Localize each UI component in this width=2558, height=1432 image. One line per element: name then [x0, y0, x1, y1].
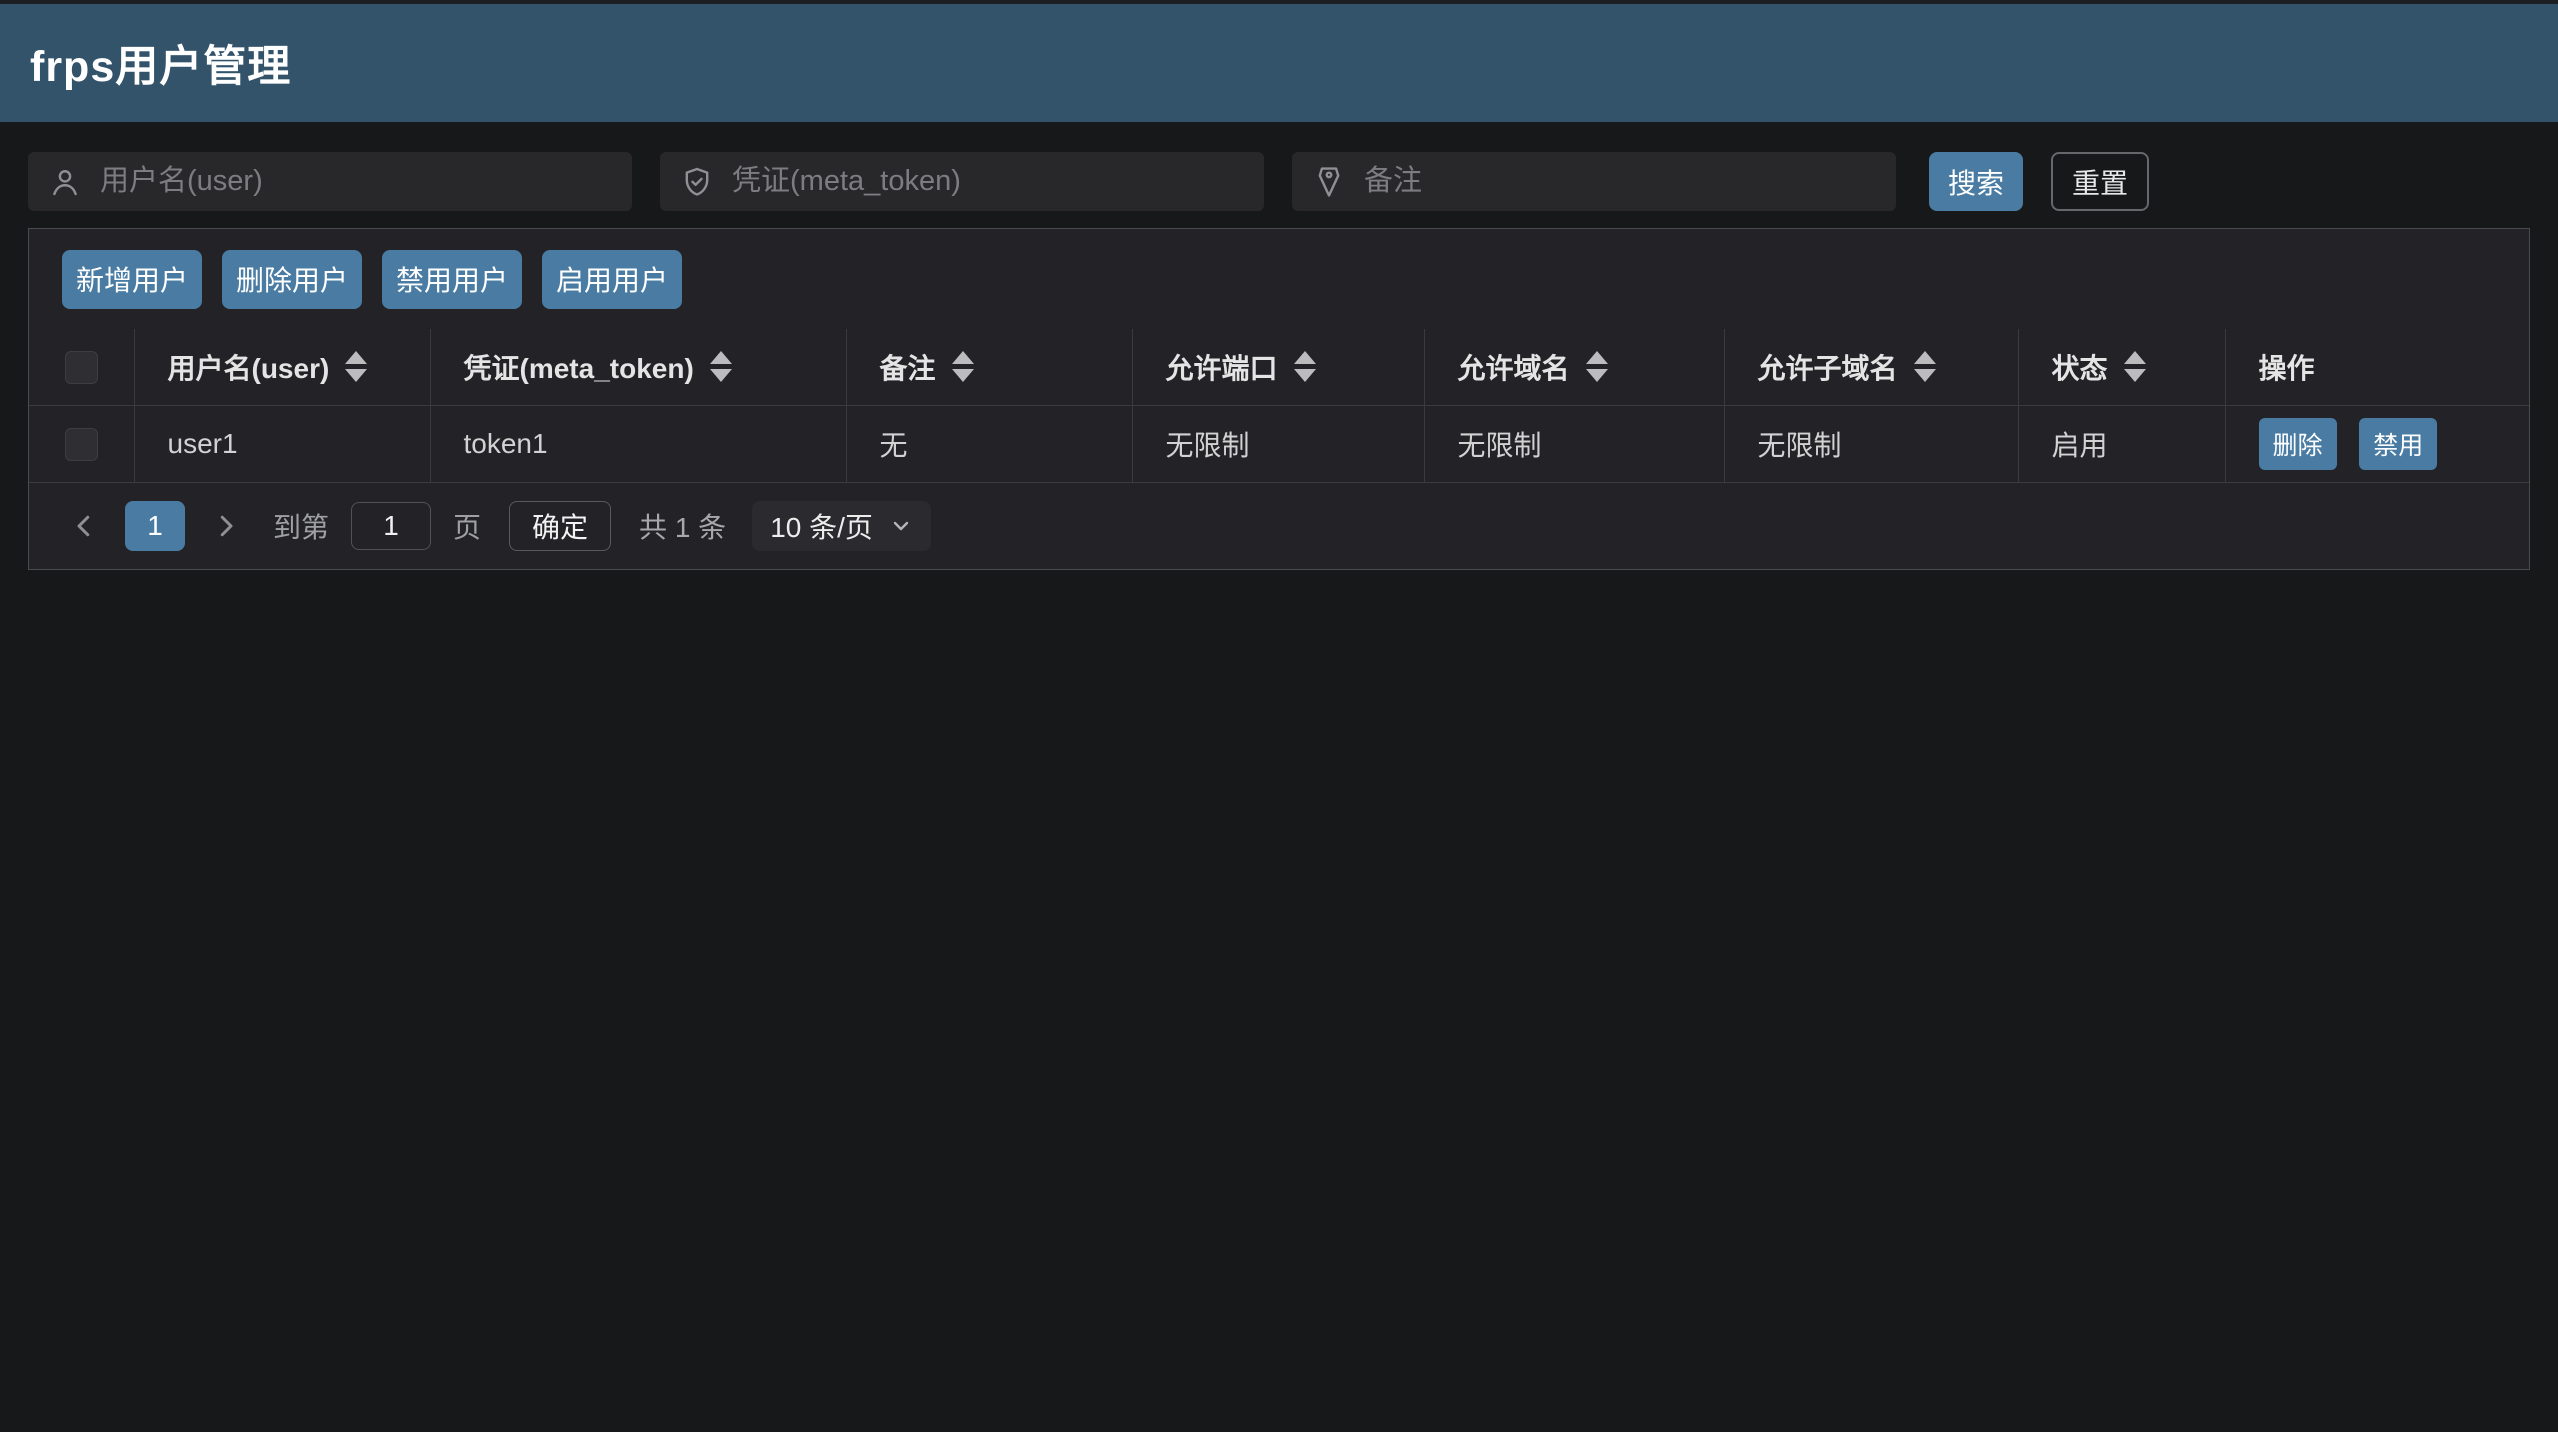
username-field-wrap — [28, 152, 632, 211]
row-disable-button[interactable]: 禁用 — [2359, 418, 2437, 470]
note-field-wrap — [1292, 152, 1896, 211]
goto-page-label: 到第 — [273, 506, 329, 546]
column-header-user[interactable]: 用户名(user) — [168, 347, 330, 387]
sort-icon[interactable] — [1586, 351, 1608, 382]
user-icon — [48, 165, 82, 199]
cell-actions: 删除 禁用 — [2225, 405, 2529, 482]
cell-note: 无 — [846, 405, 1132, 482]
cell-token: token1 — [430, 405, 846, 482]
cell-status: 启用 — [2018, 405, 2225, 482]
token-input[interactable] — [732, 165, 1244, 198]
search-bar: 搜索 重置 — [28, 152, 2530, 211]
table-toolbar: 新增用户 删除用户 禁用用户 启用用户 — [29, 229, 2529, 329]
sort-icon[interactable] — [345, 351, 367, 382]
column-header-actions: 操作 — [2259, 347, 2315, 387]
sort-icon[interactable] — [1294, 351, 1316, 382]
column-header-note[interactable]: 备注 — [880, 347, 936, 387]
column-header-ports[interactable]: 允许端口 — [1166, 347, 1278, 387]
column-header-subdomains[interactable]: 允许子域名 — [1758, 347, 1898, 387]
cell-user: user1 — [134, 405, 430, 482]
column-header-token[interactable]: 凭证(meta_token) — [464, 347, 694, 387]
sort-icon[interactable] — [710, 351, 732, 382]
table-row: user1 token1 无 无限制 无限制 无限制 启用 删除 禁用 — [29, 405, 2529, 482]
goto-confirm-button[interactable]: 确定 — [509, 501, 611, 551]
next-page-button[interactable] — [211, 511, 241, 541]
goto-page-input[interactable] — [351, 502, 431, 550]
delete-user-button[interactable]: 删除用户 — [222, 250, 362, 309]
note-input[interactable] — [1364, 165, 1876, 198]
disable-user-button[interactable]: 禁用用户 — [382, 250, 522, 309]
chevron-down-icon — [889, 514, 913, 538]
add-user-button[interactable]: 新增用户 — [62, 250, 202, 309]
total-count-label: 共 1 条 — [639, 506, 726, 546]
row-checkbox[interactable] — [65, 428, 98, 461]
cell-domains: 无限制 — [1424, 405, 1724, 482]
app-header: frps用户管理 — [0, 0, 2558, 122]
user-table-panel: 新增用户 删除用户 禁用用户 启用用户 用户名(user) 凭证(meta_to… — [28, 228, 2530, 570]
token-field-wrap — [660, 152, 1264, 211]
page-size-select[interactable]: 10 条/页 — [752, 501, 931, 551]
cell-ports: 无限制 — [1132, 405, 1424, 482]
sort-icon[interactable] — [952, 351, 974, 382]
shield-check-icon — [680, 165, 714, 199]
chevron-left-icon — [69, 511, 99, 541]
pagination-bar: 1 到第 页 确定 共 1 条 10 条/页 — [29, 483, 2529, 569]
column-header-status[interactable]: 状态 — [2052, 347, 2108, 387]
current-page-button[interactable]: 1 — [125, 501, 185, 551]
sort-icon[interactable] — [1914, 351, 1936, 382]
enable-user-button[interactable]: 启用用户 — [542, 250, 682, 309]
sort-icon[interactable] — [2124, 351, 2146, 382]
username-input[interactable] — [100, 165, 612, 198]
reset-button[interactable]: 重置 — [2051, 152, 2149, 211]
page-size-value: 10 条/页 — [770, 506, 873, 546]
table-header-row: 用户名(user) 凭证(meta_token) 备注 允许端口 允许域名 允许… — [29, 329, 2529, 405]
page-unit-label: 页 — [453, 506, 481, 546]
page-title: frps用户管理 — [30, 32, 291, 94]
prev-page-button[interactable] — [69, 511, 99, 541]
select-all-checkbox[interactable] — [65, 351, 98, 384]
row-delete-button[interactable]: 删除 — [2259, 418, 2337, 470]
cell-subdomains: 无限制 — [1724, 405, 2018, 482]
users-table: 用户名(user) 凭证(meta_token) 备注 允许端口 允许域名 允许… — [29, 329, 2529, 483]
search-button[interactable]: 搜索 — [1929, 152, 2023, 211]
tag-icon — [1312, 165, 1346, 199]
chevron-right-icon — [211, 511, 241, 541]
column-header-domains[interactable]: 允许域名 — [1458, 347, 1570, 387]
